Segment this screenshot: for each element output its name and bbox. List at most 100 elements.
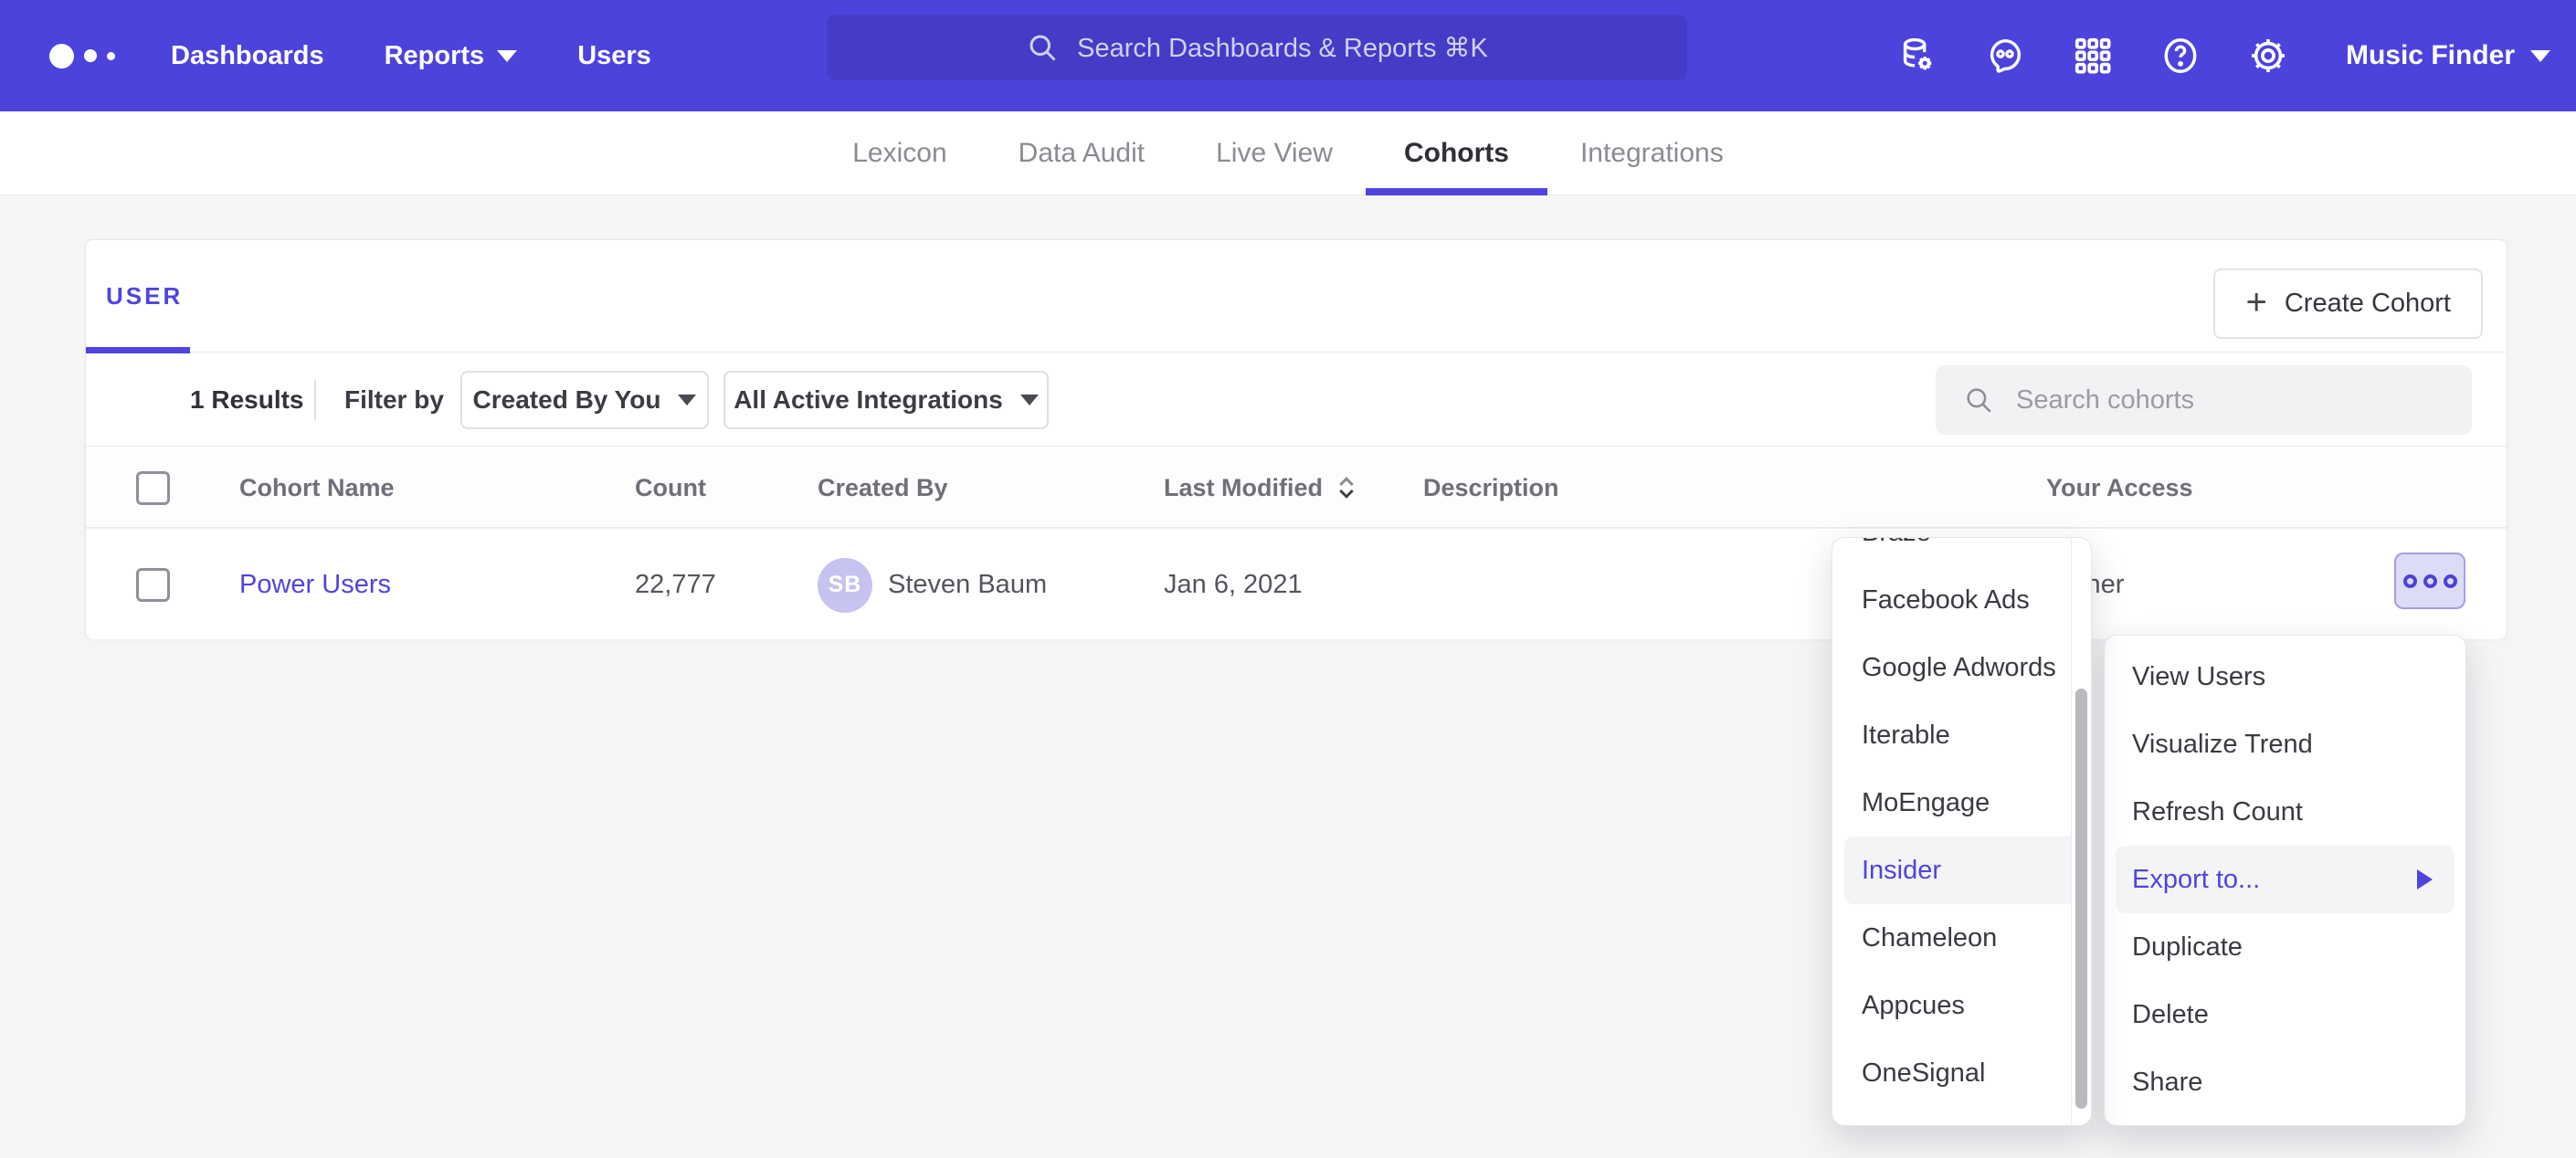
logo-dot-small: [107, 52, 115, 60]
secondary-nav-tab-label: Lexicon: [852, 138, 946, 169]
submenu-scrollbar-thumb[interactable]: [2075, 689, 2087, 1109]
last-modified-value: Jan 6, 2021: [1164, 531, 1303, 639]
secondary-nav-tab[interactable]: Lexicon: [852, 111, 946, 195]
project-switcher[interactable]: Music Finder: [2346, 40, 2550, 71]
secondary-nav-tab-label: Data Audit: [1019, 138, 1145, 169]
tab-user-label: USER: [106, 282, 183, 311]
search-icon: [1026, 31, 1059, 64]
header-last-modified-label: Last Modified: [1164, 474, 1323, 502]
export-destination-item[interactable]: Iterable: [1832, 701, 2091, 769]
export-destination-label: MoEngage: [1862, 788, 1990, 818]
context-menu-item-label: Export to...: [2132, 865, 2260, 895]
chevron-down-icon: [678, 395, 696, 405]
row-checkbox[interactable]: [136, 568, 170, 602]
more-dot-icon: [2403, 574, 2417, 588]
top-nav-items: Dashboards Reports Users: [141, 0, 681, 111]
header-last-modified[interactable]: Last Modified: [1164, 447, 1357, 529]
export-destination-item[interactable]: Appcues: [1832, 972, 2091, 1039]
export-destination-item[interactable]: Chameleon: [1832, 904, 2091, 972]
header-cohort-name: Cohort Name: [239, 447, 395, 529]
header-your-access: Your Access: [2046, 447, 2193, 529]
avatar: SB: [818, 558, 872, 613]
more-dot-icon: [2423, 574, 2437, 588]
top-nav-item-label: Users: [577, 41, 651, 71]
help-icon[interactable]: [2159, 35, 2201, 77]
chevron-down-icon: [497, 50, 517, 62]
export-destination-item[interactable]: Google Adwords: [1832, 634, 2091, 701]
context-menu-item-label: Visualize Trend: [2132, 730, 2313, 760]
secondary-nav-tab[interactable]: Live View: [1216, 111, 1333, 195]
top-nav-right: Music Finder: [1896, 0, 2550, 111]
export-destination-label: OneSignal: [1862, 1058, 1985, 1089]
header-description: Description: [1423, 447, 1559, 529]
divider: [314, 380, 316, 420]
cohort-search-placeholder: Search cohorts: [2016, 385, 2194, 416]
context-menu-item-label: Duplicate: [2132, 932, 2243, 963]
header-created-by: Created By: [818, 447, 948, 529]
export-destination-label: Google Adwords: [1862, 653, 2056, 683]
context-menu-item[interactable]: Visualize Trend: [2105, 711, 2465, 778]
cohort-count-value: 22,777: [635, 531, 716, 639]
context-menu-item-label: Refresh Count: [2132, 797, 2303, 827]
top-nav: Dashboards Reports Users Search Dashboar…: [0, 0, 2576, 111]
top-nav-item[interactable]: Reports: [354, 0, 548, 111]
submenu-arrow-icon: [2417, 869, 2433, 890]
export-destination-item[interactable]: Insider: [1844, 837, 2079, 904]
export-destination-label: Braze: [1862, 537, 1931, 548]
select-all-checkbox[interactable]: [136, 471, 170, 505]
context-menu-item[interactable]: Export to...: [2116, 846, 2455, 913]
filter-toolbar: 1 Results Filter by Created By You All A…: [86, 353, 2507, 447]
top-nav-item[interactable]: Users: [547, 0, 681, 111]
select-all-checkbox-cell: [136, 447, 170, 529]
sort-icon: [1336, 474, 1357, 501]
export-destination-item[interactable]: OneSignal: [1832, 1039, 2091, 1107]
header-count: Count: [635, 447, 706, 529]
filter-by-label: Filter by: [344, 353, 444, 447]
created-by-cell: SB Steven Baum: [818, 531, 1047, 639]
tab-user-cohorts[interactable]: USER: [86, 240, 190, 353]
project-name: Music Finder: [2346, 40, 2515, 71]
filter-dropdown[interactable]: Created By You: [460, 371, 709, 429]
filter-dropdown-label: Created By You: [473, 385, 661, 415]
feedback-icon[interactable]: [1984, 35, 2026, 77]
filter-dropdown[interactable]: All Active Integrations: [723, 371, 1049, 429]
context-menu-item-label: View Users: [2132, 662, 2265, 692]
export-destination-item[interactable]: Braze: [1832, 537, 2091, 566]
export-destination-item[interactable]: Facebook Ads: [1832, 566, 2091, 634]
top-nav-item[interactable]: Dashboards: [141, 0, 354, 111]
secondary-nav: Lexicon Data Audit Live View Cohorts Int…: [0, 111, 2576, 195]
global-search-input[interactable]: Search Dashboards & Reports ⌘K: [827, 15, 1687, 80]
apps-grid-icon[interactable]: [2072, 35, 2114, 77]
chevron-down-icon: [1020, 395, 1039, 405]
cohort-type-tabs: USER + Create Cohort: [86, 240, 2507, 353]
export-destination-item[interactable]: MoEngage: [1832, 769, 2091, 837]
cohort-search-input[interactable]: Search cohorts: [1936, 365, 2472, 435]
cohort-name-link[interactable]: Power Users: [239, 531, 391, 639]
results-count: 1 Results: [190, 353, 304, 447]
global-search-placeholder: Search Dashboards & Reports ⌘K: [1077, 32, 1488, 64]
secondary-nav-tab[interactable]: Integrations: [1580, 111, 1724, 195]
context-menu-item[interactable]: Delete: [2105, 981, 2465, 1048]
context-menu-item[interactable]: Share: [2105, 1048, 2465, 1116]
create-cohort-button[interactable]: + Create Cohort: [2213, 268, 2483, 339]
mixpanel-logo[interactable]: [49, 44, 115, 68]
export-destination-label: Iterable: [1862, 721, 1950, 751]
row-more-actions-button[interactable]: [2394, 553, 2465, 609]
secondary-nav-tab[interactable]: Cohorts: [1404, 111, 1509, 195]
secondary-nav-tab[interactable]: Data Audit: [1019, 111, 1145, 195]
context-menu-item[interactable]: Refresh Count: [2105, 778, 2465, 846]
table-header-row: Cohort Name Count Created By Last Modifi…: [86, 447, 2507, 529]
top-nav-item-label: Reports: [385, 41, 485, 71]
export-destination-label: Appcues: [1862, 991, 1965, 1021]
export-destination-label: Facebook Ads: [1862, 585, 2030, 616]
filter-dropdown-label: All Active Integrations: [734, 385, 1003, 415]
context-menu-item[interactable]: Duplicate: [2105, 913, 2465, 981]
context-menu-item[interactable]: View Users: [2105, 643, 2465, 711]
secondary-nav-tab-label: Integrations: [1580, 138, 1724, 169]
logo-dot-large: [49, 44, 74, 68]
logo-dot-medium: [84, 49, 97, 62]
created-by-name: Steven Baum: [888, 570, 1047, 600]
submenu-scrollbar-track: [2071, 538, 2091, 1125]
data-settings-icon[interactable]: [1896, 35, 1938, 77]
settings-gear-icon[interactable]: [2247, 35, 2289, 77]
